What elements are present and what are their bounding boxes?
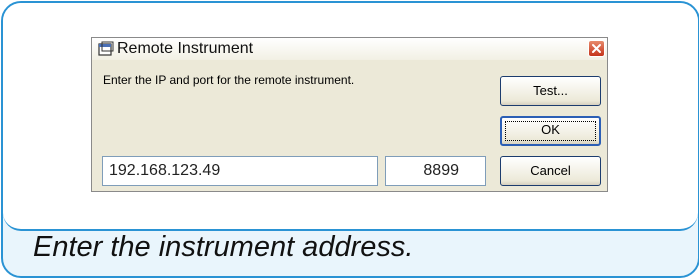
close-button[interactable] (588, 40, 605, 57)
tutorial-frame: Remote Instrument Enter the IP and port … (1, 1, 699, 278)
port-field[interactable]: 8899 (385, 156, 486, 186)
instruction-text: Enter the IP and port for the remote ins… (103, 73, 355, 87)
window-icon (98, 41, 114, 57)
dialog-titlebar[interactable]: Remote Instrument (92, 38, 607, 60)
caption-text: Enter the instrument address. (33, 231, 414, 263)
remote-instrument-dialog: Remote Instrument Enter the IP and port … (91, 37, 608, 192)
ok-button[interactable]: OK (500, 116, 601, 146)
dialog-title: Remote Instrument (117, 40, 254, 57)
close-icon (592, 44, 601, 53)
ip-address-field[interactable]: 192.168.123.49 (102, 156, 378, 186)
focus-rectangle (505, 121, 596, 141)
cancel-button[interactable]: Cancel (500, 156, 601, 186)
screenshot-area: Remote Instrument Enter the IP and port … (3, 3, 698, 231)
test-button[interactable]: Test... (500, 76, 601, 106)
